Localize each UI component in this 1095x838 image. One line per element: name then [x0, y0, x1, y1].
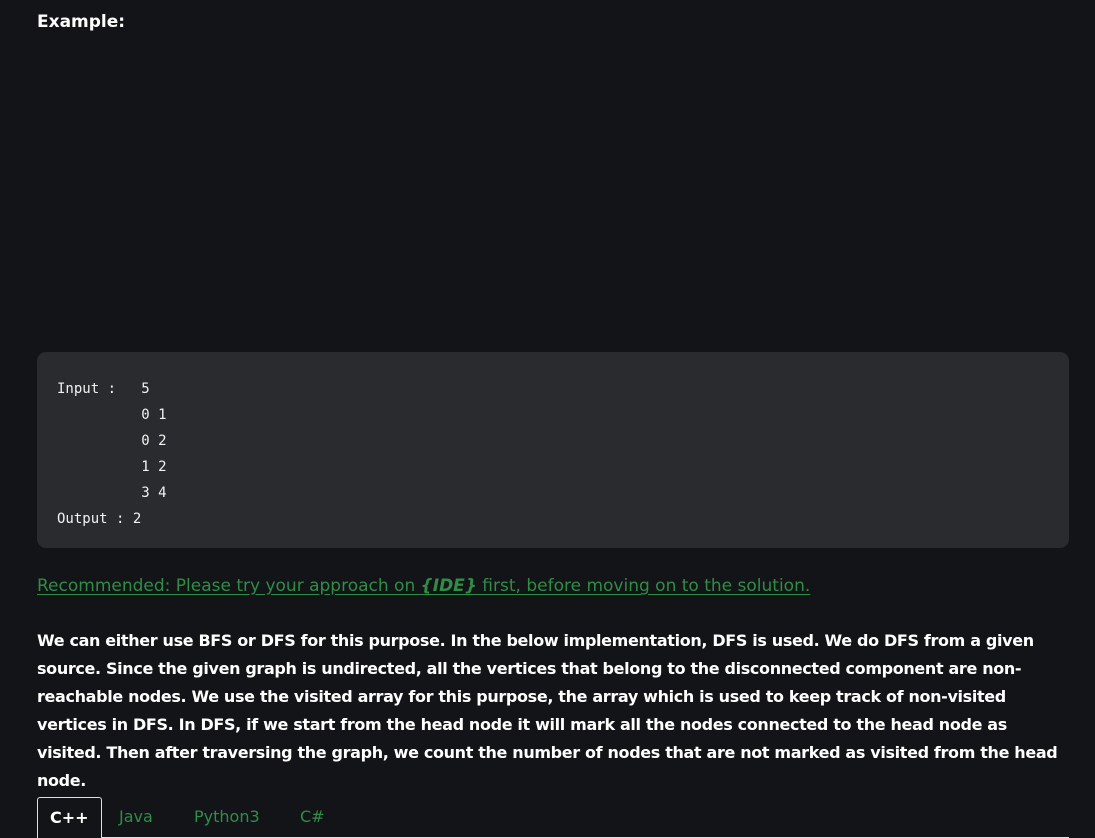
recommended-prefix: Recommended: Please try your approach on [37, 576, 421, 596]
example-heading: Example: [37, 12, 126, 32]
recommended-suffix: first, before moving on to the solution. [476, 576, 811, 596]
tab-cpp[interactable]: C++ [37, 797, 102, 838]
tab-csharp[interactable]: C# [300, 797, 325, 838]
tab-python3[interactable]: Python3 [194, 797, 260, 838]
recommended-ide-text: {IDE} [420, 576, 477, 596]
approach-paragraph: We can either use BFS or DFS for this pu… [37, 631, 1058, 790]
example-code-block: Input : 5 0 1 0 2 1 2 3 4 Output : 2 [37, 352, 1069, 548]
recommended-link[interactable]: Recommended: Please try your approach on… [37, 576, 810, 596]
example-code-text: Input : 5 0 1 0 2 1 2 3 4 Output : 2 [57, 381, 167, 527]
tab-java[interactable]: Java [119, 797, 153, 838]
language-tabs: C++ Java Python3 C# [37, 797, 1069, 838]
example-image-area [37, 44, 1069, 334]
